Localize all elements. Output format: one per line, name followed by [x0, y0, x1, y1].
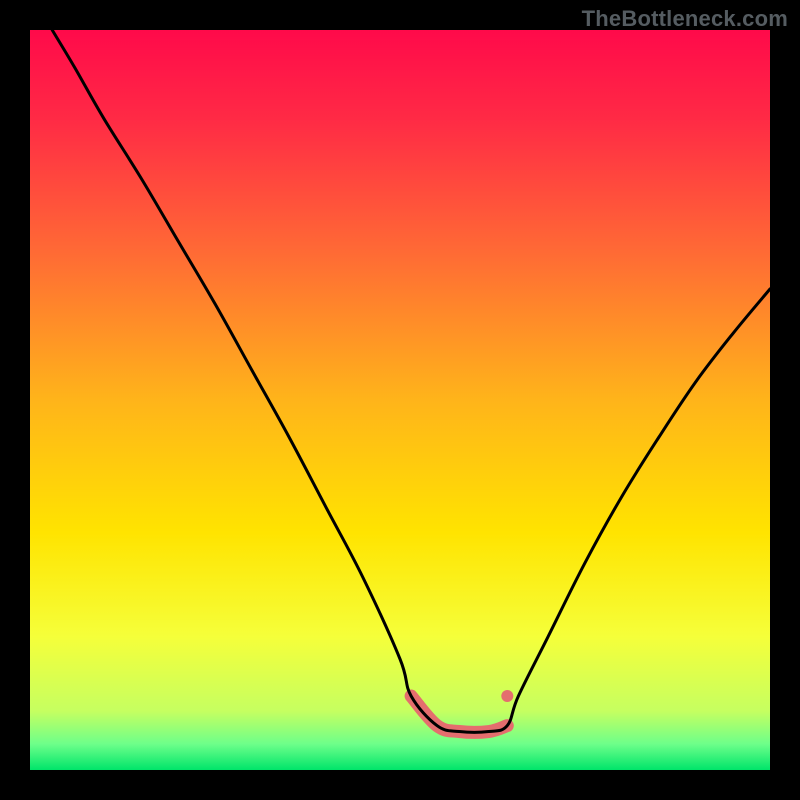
watermark: TheBottleneck.com: [582, 6, 788, 32]
chart-svg: [30, 30, 770, 770]
plot-area: [30, 30, 770, 770]
chart-frame: TheBottleneck.com: [0, 0, 800, 800]
highlight-endpoint-right: [501, 690, 513, 702]
